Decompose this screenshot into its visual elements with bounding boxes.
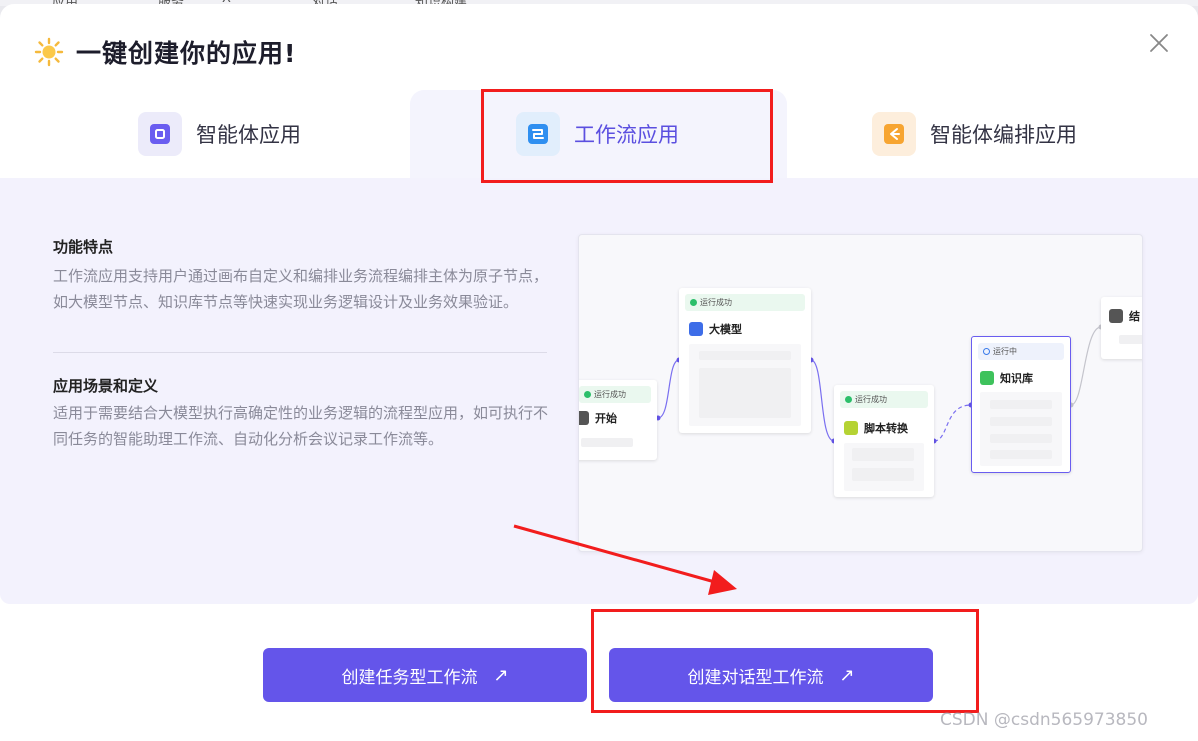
node-title: 结 xyxy=(1109,308,1140,324)
node-start: 运行成功 开始 xyxy=(579,380,657,460)
status-badge: 运行成功 xyxy=(685,294,805,311)
placeholder-bar xyxy=(852,448,914,461)
feature-text: 工作流应用支持用户通过画布自定义和编排业务流程编排主体为原子节点，如大模型节点、… xyxy=(53,267,549,311)
node-script: 运行成功 脚本转换 xyxy=(834,385,934,497)
tab-workflow-app[interactable]: 工作流应用 xyxy=(410,90,787,178)
tab-agent-orchestration-app[interactable]: 智能体编排应用 xyxy=(872,90,1077,178)
scene-title: 应用场景和定义 xyxy=(53,377,159,395)
node-name: 结 xyxy=(1129,310,1140,323)
arrow-up-right-icon: ↗ xyxy=(839,664,855,686)
placeholder-bar xyxy=(990,400,1052,409)
tab-label: 智能体应用 xyxy=(196,123,301,147)
tab-label: 智能体编排应用 xyxy=(930,123,1077,147)
placeholder-bar xyxy=(990,434,1052,443)
modal-header: 一键创建你的应用! xyxy=(34,34,296,70)
script-icon xyxy=(844,421,858,435)
watermark: CSDN @csdn565973850 xyxy=(940,710,1148,730)
node-knowledge-base: 运行中 知识库 xyxy=(971,336,1071,473)
node-end: 结 xyxy=(1101,297,1142,359)
tab-agent-app[interactable]: 智能体应用 xyxy=(138,90,301,178)
node-llm: 运行成功 大模型 xyxy=(679,288,811,433)
status-badge: 运行成功 xyxy=(840,391,928,408)
feature-title: 功能特点 xyxy=(53,238,114,256)
status-badge: 运行中 xyxy=(978,343,1064,360)
modal-title: 一键创建你的应用! xyxy=(76,39,297,68)
node-name: 开始 xyxy=(595,412,617,425)
create-task-workflow-button[interactable]: 创建任务型工作流 ↗ xyxy=(263,648,587,702)
create-app-modal: 一键创建你的应用! 智能体应用 工作流应用 智能体编排应用 功能特点 工作流应用… xyxy=(0,4,1198,741)
tab-label: 工作流应用 xyxy=(574,123,679,147)
node-title: 知识库 xyxy=(980,370,1033,386)
workflow-app-icon xyxy=(516,112,560,156)
knowledge-base-icon xyxy=(980,371,994,385)
status-badge: 运行成功 xyxy=(579,386,651,403)
create-chat-workflow-button[interactable]: 创建对话型工作流 ↗ xyxy=(609,648,933,702)
node-title: 大模型 xyxy=(689,321,742,337)
placeholder-bar xyxy=(990,417,1052,426)
divider xyxy=(53,352,547,353)
button-label: 创建任务型工作流 xyxy=(341,667,478,688)
app-type-tabs: 智能体应用 工作流应用 智能体编排应用 xyxy=(0,90,1198,178)
placeholder-bar xyxy=(699,351,791,360)
arrow-up-right-icon: ↗ xyxy=(493,664,509,686)
end-icon xyxy=(1109,309,1123,323)
node-name: 大模型 xyxy=(709,323,742,336)
close-icon[interactable] xyxy=(1146,30,1172,56)
llm-icon xyxy=(689,322,703,336)
placeholder-bar xyxy=(990,450,1052,459)
placeholder-bar xyxy=(699,368,791,418)
agent-app-icon xyxy=(138,112,182,156)
node-name: 脚本转换 xyxy=(864,422,908,435)
start-icon xyxy=(579,411,589,425)
button-label: 创建对话型工作流 xyxy=(687,667,824,688)
node-name: 知识库 xyxy=(1000,372,1033,385)
workflow-description-panel: 功能特点 工作流应用支持用户通过画布自定义和编排业务流程编排主体为原子节点，如大… xyxy=(0,178,1198,604)
placeholder-bar xyxy=(581,438,633,447)
workflow-preview-image: 运行成功 开始 运行成功 大模型 运行成功 脚本转换 运行中 知识库 结 xyxy=(578,234,1143,552)
agent-orchestration-icon xyxy=(872,112,916,156)
scene-text: 适用于需要结合大模型执行高确定性的业务逻辑的流程型应用，如可执行不同任务的智能助… xyxy=(53,404,549,448)
placeholder-bar xyxy=(1119,335,1142,344)
placeholder-bar xyxy=(852,468,914,481)
node-title: 脚本转换 xyxy=(844,420,908,436)
node-title: 开始 xyxy=(579,410,617,426)
sun-icon xyxy=(34,37,64,67)
